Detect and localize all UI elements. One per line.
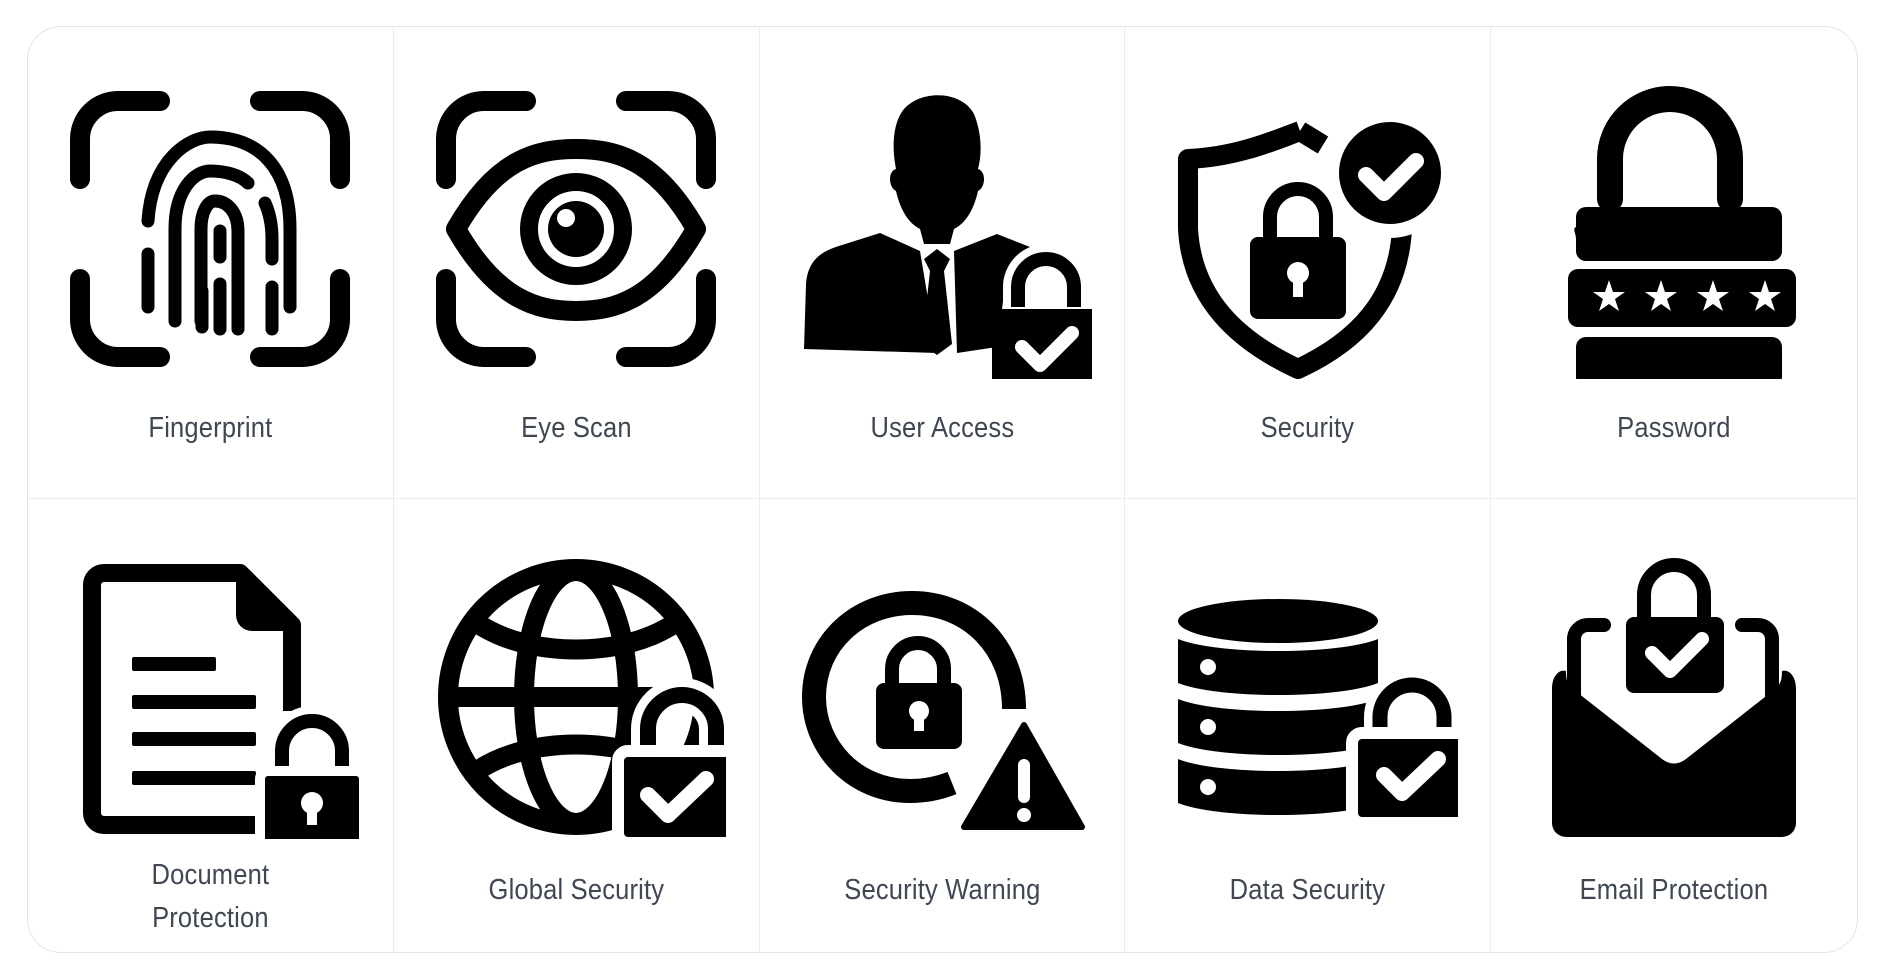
icon-tile-fingerprint: Fingerprint bbox=[28, 27, 394, 499]
icon-label: Document Protection bbox=[151, 859, 270, 934]
icon-tile-eye-scan: Eye Scan bbox=[393, 27, 760, 499]
icon-grid: Fingerprint Eye Scan User Access Securit… bbox=[28, 27, 1857, 952]
icon-label: Global Security bbox=[488, 874, 665, 906]
icon-label: Data Security bbox=[1230, 874, 1386, 906]
lock-warning-icon bbox=[792, 539, 1092, 839]
email-lock-icon bbox=[1524, 539, 1824, 839]
icon-tile-data-security: Data Security bbox=[1125, 499, 1492, 952]
shield-lock-check-icon bbox=[1158, 79, 1458, 379]
icon-sheet: Fingerprint Eye Scan User Access Securit… bbox=[27, 26, 1858, 953]
icon-tile-user-access: User Access bbox=[759, 27, 1126, 499]
icon-label: Fingerprint bbox=[148, 412, 273, 444]
icon-tile-security: Security bbox=[1125, 27, 1492, 499]
icon-label: User Access bbox=[870, 412, 1014, 444]
user-access-icon bbox=[792, 79, 1092, 379]
icon-label: Password bbox=[1617, 412, 1731, 444]
icon-tile-password: Password bbox=[1491, 27, 1857, 499]
icon-label: Email Protection bbox=[1579, 874, 1769, 906]
eye-scan-icon bbox=[426, 79, 726, 379]
icon-tile-email-protection: Email Protection bbox=[1491, 499, 1857, 952]
icon-label: Security bbox=[1260, 412, 1355, 444]
document-lock-icon bbox=[60, 539, 361, 839]
password-lock-icon bbox=[1524, 79, 1824, 379]
database-lock-icon bbox=[1158, 539, 1458, 839]
icon-label: Security Warning bbox=[843, 874, 1041, 906]
globe-lock-icon bbox=[426, 539, 727, 839]
icon-label: Eye Scan bbox=[520, 412, 632, 444]
fingerprint-icon bbox=[60, 79, 360, 379]
icon-tile-document-protection: Document Protection bbox=[28, 499, 394, 952]
icon-tile-global-security: Global Security bbox=[394, 499, 760, 952]
icon-tile-security-warning: Security Warning bbox=[760, 499, 1126, 952]
